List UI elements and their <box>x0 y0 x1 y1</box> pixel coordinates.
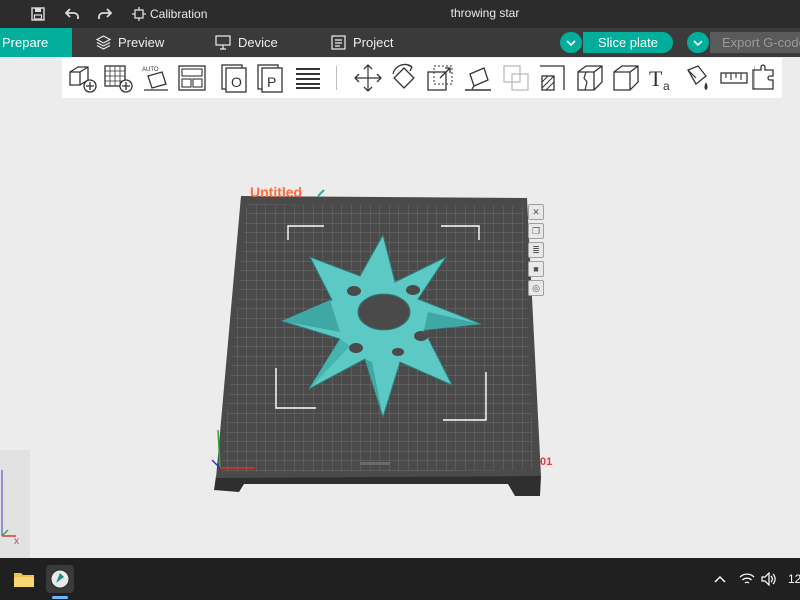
arrange-plate-icon[interactable]: ≣ <box>528 242 544 258</box>
calibration-menu[interactable]: Calibration <box>132 4 207 24</box>
cube-stack-icon <box>96 35 111 50</box>
export-gcode-button[interactable]: Export G-code <box>710 32 800 53</box>
project-icon <box>331 35 346 50</box>
plate-edge <box>214 476 541 496</box>
device-icon <box>215 35 231 50</box>
undo-icon[interactable] <box>62 4 82 24</box>
export-options-dropdown[interactable] <box>687 32 709 53</box>
close-icon[interactable]: ✕ <box>528 204 544 220</box>
lock-icon[interactable]: ■ <box>528 261 544 277</box>
tab-project[interactable]: Project <box>331 28 393 57</box>
text-icon[interactable]: Ta <box>646 62 678 94</box>
svg-text:T: T <box>649 66 663 91</box>
clock[interactable]: 12 <box>788 570 800 588</box>
arrange-icon[interactable] <box>176 62 208 94</box>
chevron-up-icon[interactable] <box>714 570 726 588</box>
tab-prepare-label: Prepare <box>2 35 49 50</box>
color-paint-icon[interactable] <box>682 62 714 94</box>
tab-prepare[interactable]: Prepare <box>0 28 72 57</box>
volume-icon[interactable] <box>761 570 777 588</box>
plate-name[interactable]: Untitled <box>250 184 302 200</box>
wifi-icon[interactable] <box>739 570 755 588</box>
tab-device[interactable]: Device <box>215 28 278 57</box>
tab-preview-label: Preview <box>118 35 165 50</box>
scale-icon[interactable] <box>424 62 456 94</box>
axis-x-label: x <box>14 536 19 547</box>
split-objects-icon[interactable]: O <box>218 62 250 94</box>
svg-text:a: a <box>663 79 670 93</box>
save-icon[interactable] <box>28 4 48 24</box>
brand-plate-marker <box>360 462 390 465</box>
split-parts-icon[interactable]: P <box>254 62 286 94</box>
slice-options-dropdown[interactable] <box>560 32 582 53</box>
svg-text:O: O <box>231 74 242 90</box>
3d-viewport[interactable]: Untitled 01 ✕ ❐ ≣ ■ ◎ <box>0 100 800 558</box>
tab-project-label: Project <box>353 35 394 50</box>
slice-plate-button[interactable]: Slice plate <box>583 32 673 53</box>
os-taskbar: 12 <box>0 558 800 600</box>
calibration-icon <box>132 7 146 21</box>
add-object-icon[interactable] <box>66 62 98 94</box>
document-title: throwing star <box>450 6 520 20</box>
main-toolbar: AUTO O P Ta <box>62 58 782 98</box>
calibration-label: Calibration <box>150 7 208 21</box>
add-plate-icon[interactable] <box>102 62 134 94</box>
seam-icon[interactable] <box>574 62 606 94</box>
copy-plate-icon[interactable]: ❐ <box>528 223 544 239</box>
file-explorer-icon[interactable] <box>10 565 38 593</box>
chevron-down-icon <box>566 39 576 46</box>
lay-on-face-icon[interactable] <box>462 62 494 94</box>
assembly-icon[interactable] <box>748 62 780 94</box>
auto-orient-icon[interactable]: AUTO <box>140 62 172 94</box>
rotate-icon[interactable] <box>388 62 420 94</box>
toolbar-separator <box>336 66 337 90</box>
redo-icon[interactable] <box>95 4 115 24</box>
move-icon[interactable] <box>352 62 384 94</box>
plate-number: 01 <box>540 456 553 468</box>
build-plate-scene <box>211 189 541 496</box>
slice-plate-label: Slice plate <box>598 35 658 50</box>
tab-device-label: Device <box>238 35 278 50</box>
variable-layer-icon[interactable] <box>292 62 324 94</box>
export-gcode-label: Export G-code <box>722 35 800 50</box>
support-paint-icon[interactable] <box>610 62 642 94</box>
svg-text:AUTO: AUTO <box>142 67 159 73</box>
active-app-indicator <box>52 596 68 599</box>
title-bar: Calibration throwing star <box>0 0 800 28</box>
nav-bar: Prepare Preview Device Project Slice pla… <box>0 28 800 57</box>
chevron-down-icon <box>693 39 703 46</box>
svg-text:P: P <box>267 74 276 90</box>
plate-toolbar: ✕ ❐ ≣ ■ ◎ <box>528 204 544 299</box>
settings-icon[interactable]: ◎ <box>528 280 544 296</box>
tab-preview[interactable]: Preview <box>96 28 164 57</box>
boolean-icon[interactable] <box>500 62 532 94</box>
cut-icon[interactable] <box>536 62 568 94</box>
measure-icon[interactable] <box>718 62 750 94</box>
slicer-app-icon[interactable] <box>46 565 74 593</box>
